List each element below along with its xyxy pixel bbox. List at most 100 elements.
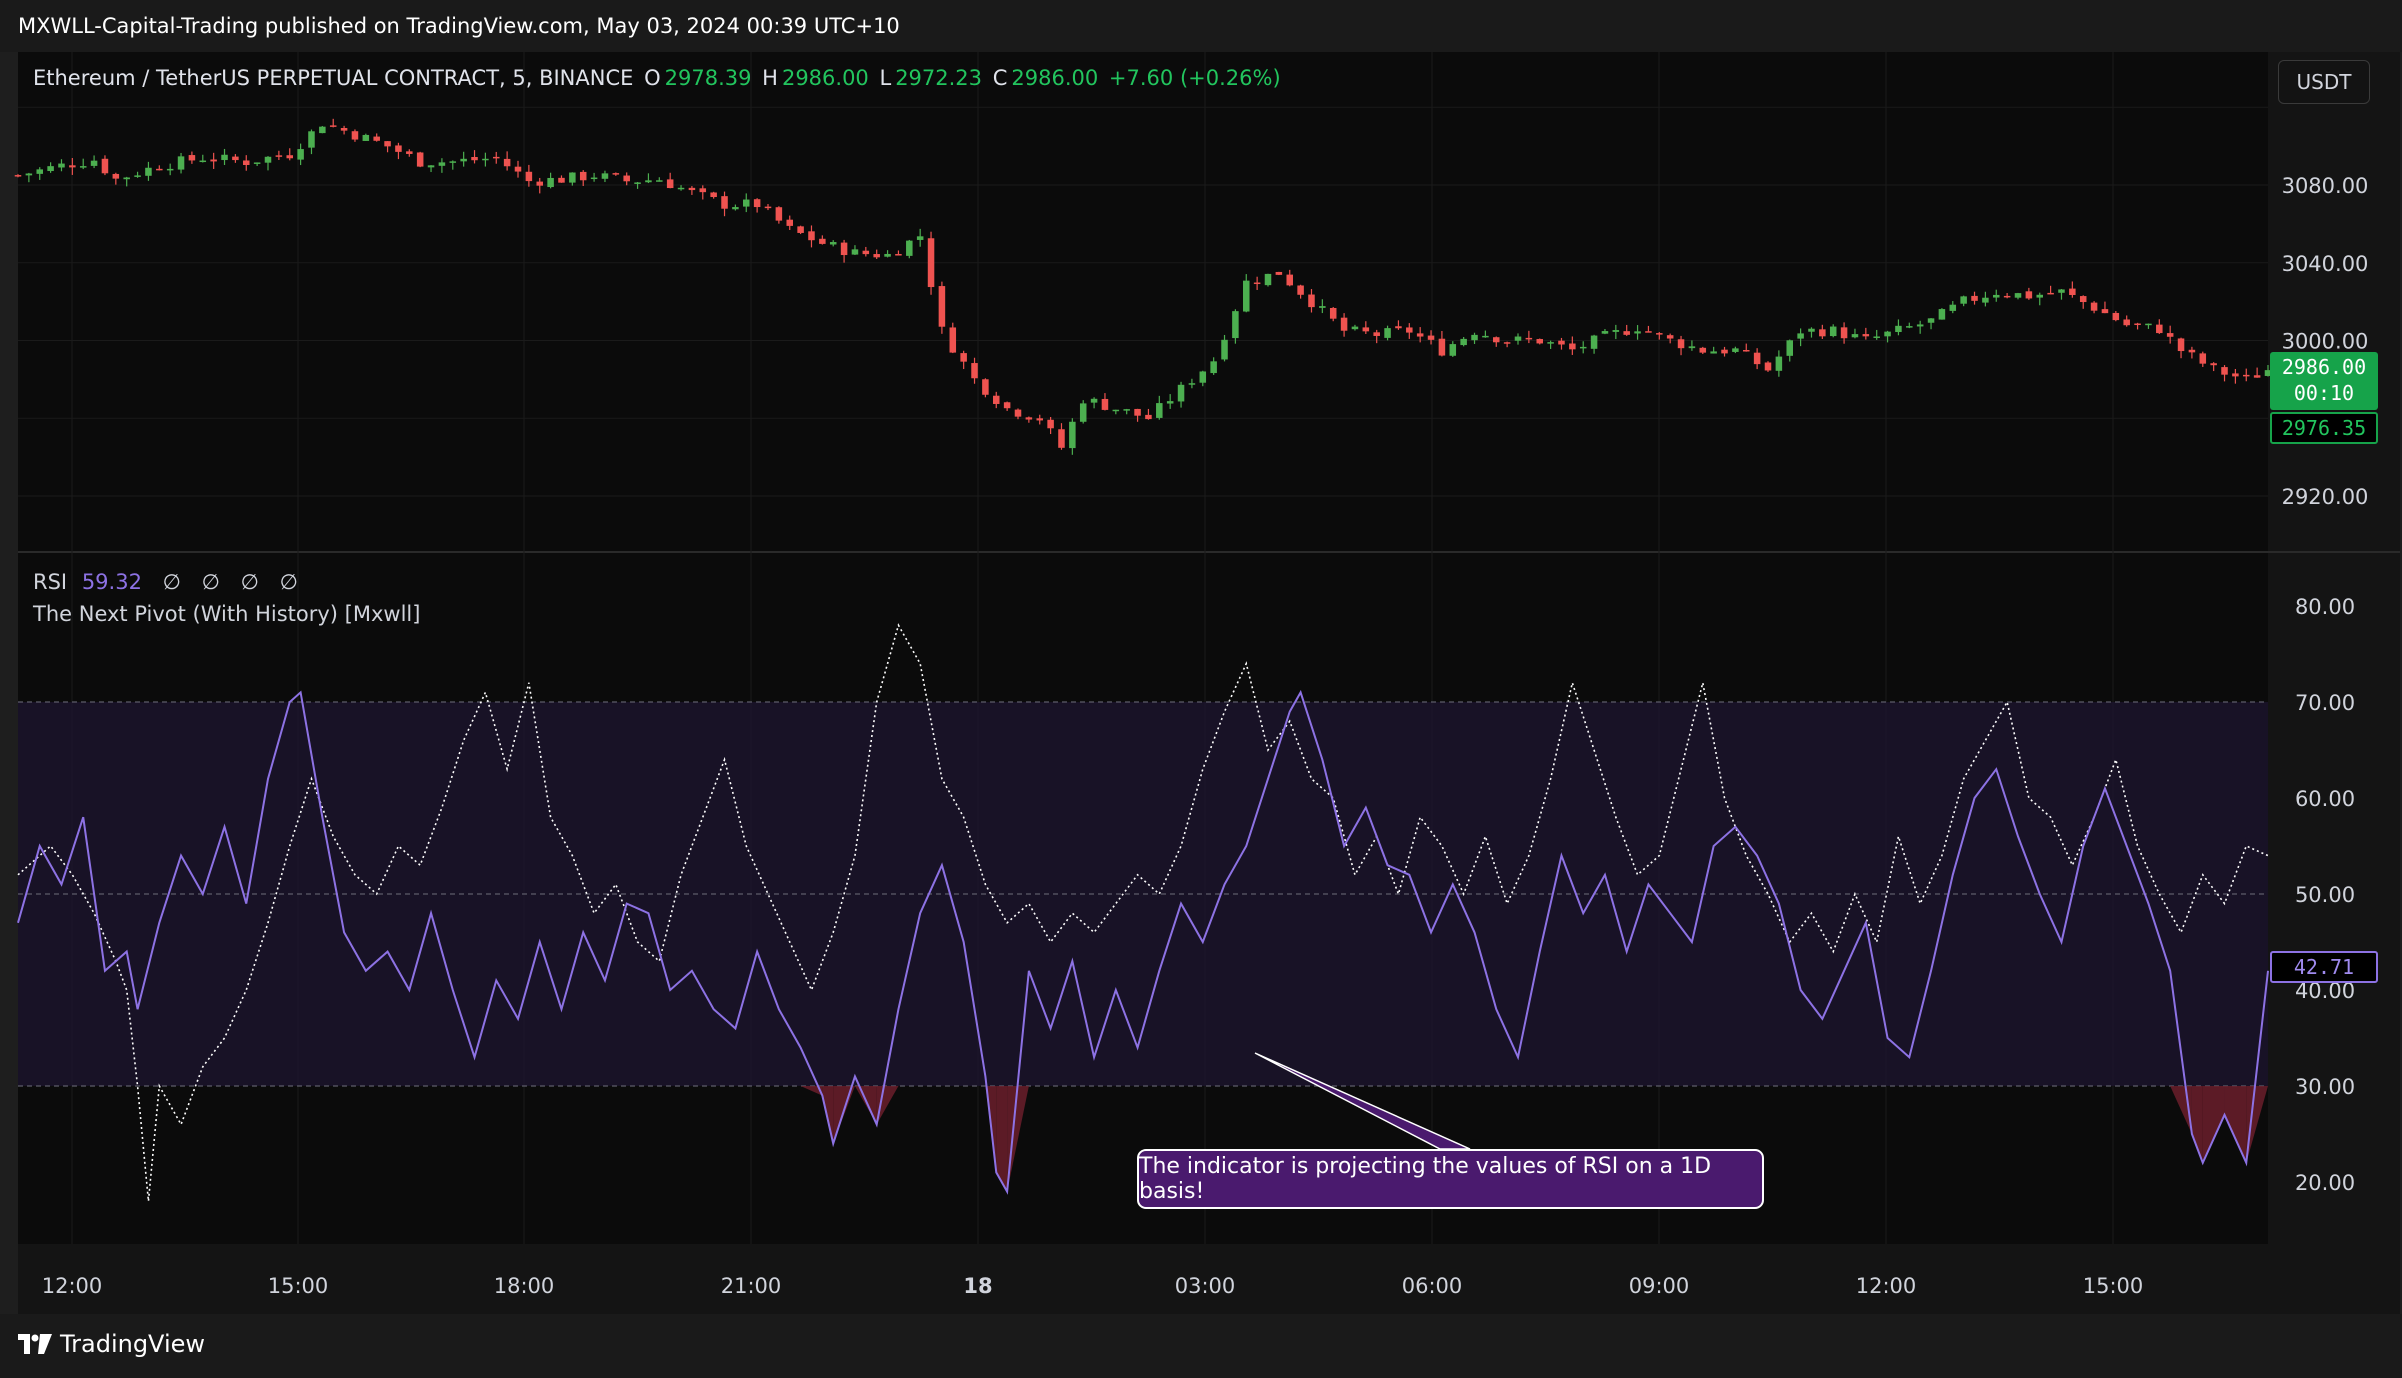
symbol-name[interactable]: Ethereum / TetherUS PERPETUAL CONTRACT, …	[33, 66, 633, 90]
candle-body	[166, 168, 174, 171]
candle-body	[1851, 334, 1859, 338]
candle-body	[1177, 384, 1185, 402]
candle-body	[1493, 337, 1500, 343]
candle-body	[406, 151, 413, 154]
candle-body	[884, 253, 891, 257]
candle-body	[460, 158, 467, 162]
candle-body	[916, 236, 924, 240]
candle-body	[2014, 293, 2022, 298]
candle-body	[732, 207, 739, 210]
candle-body	[753, 199, 761, 208]
candle-body	[1634, 331, 1641, 334]
candle-body	[2047, 292, 2054, 295]
candle-body	[362, 134, 370, 141]
candle-body	[666, 179, 674, 189]
chart-canvas[interactable]: 12:00 15:00 18:00 21:00 18 03:00 06:00 09:00 12:…	[0, 52, 2402, 1314]
price-tick-label: 3040.00	[2282, 252, 2369, 276]
candle-body	[2232, 373, 2239, 377]
candle-body	[319, 126, 326, 134]
candle-body	[471, 156, 478, 161]
candle-body	[1112, 409, 1120, 412]
candle-body	[1297, 285, 1304, 295]
publisher-text: MXWLL-Capital-Trading published on Tradi…	[18, 14, 900, 38]
currency-button[interactable]: USDT	[2278, 60, 2370, 104]
candle-body	[1949, 304, 1957, 311]
candle-body	[1590, 335, 1598, 349]
candle-body	[177, 156, 185, 170]
price-change: +7.60 (+0.26%)	[1108, 66, 1281, 90]
candle-body	[69, 165, 76, 168]
rsi-tick-label: 20.00	[2295, 1171, 2355, 1195]
candle-body	[1482, 335, 1489, 338]
low-label: L	[879, 66, 892, 90]
candle-body	[47, 166, 54, 172]
candle-body	[340, 127, 348, 131]
candle-body	[1406, 327, 1413, 333]
candle-body	[2188, 349, 2196, 353]
candle-body	[1460, 338, 1467, 346]
candle-body	[1840, 327, 1848, 339]
candle-body	[449, 161, 457, 163]
candle-body	[2123, 319, 2130, 326]
candle-body	[1721, 349, 1728, 354]
candle-body	[2003, 295, 2011, 298]
candle-body	[1884, 331, 1891, 337]
candle-body	[1829, 326, 1837, 337]
candle-body	[1166, 401, 1174, 404]
candle-body	[993, 395, 1000, 404]
candle-body	[1123, 409, 1130, 411]
candle-body	[1395, 326, 1402, 329]
candle-body	[569, 172, 576, 183]
candle-body	[1699, 347, 1707, 353]
candle-body	[514, 166, 522, 172]
rsi-label[interactable]: RSI	[33, 570, 67, 594]
candle-body	[1764, 362, 1772, 371]
candle-body	[275, 155, 283, 157]
annotation-callout[interactable]: The indicator is projecting the values o…	[1137, 1149, 1764, 1209]
candle-body	[232, 156, 239, 161]
time-tick-label: 18:00	[494, 1274, 555, 1298]
close-value: 2986.00	[1011, 66, 1099, 90]
candle-body	[2243, 374, 2250, 377]
candle-body	[243, 160, 250, 165]
candle-body	[2079, 296, 2087, 303]
candle-body	[1416, 333, 1424, 337]
open-label: O	[644, 66, 661, 90]
candle-body	[862, 250, 870, 255]
candle-body	[1210, 361, 1217, 374]
null-value-4: ∅	[279, 570, 298, 594]
candle-body	[851, 249, 859, 255]
candle-body	[971, 363, 978, 379]
candle-body	[1819, 329, 1826, 337]
candle-body	[1319, 306, 1326, 308]
candle-body	[775, 207, 783, 221]
candle-body	[2112, 312, 2120, 321]
candle-body	[1927, 318, 1935, 323]
candle-body	[1514, 336, 1522, 341]
chart-area[interactable]: 12:00 15:00 18:00 21:00 18 03:00 06:00 09:00 12:…	[0, 52, 2402, 1314]
candle-body	[1221, 339, 1228, 360]
rsi-legend: RSI 59.32 ∅ ∅ ∅ ∅	[33, 570, 298, 594]
time-tick-label: 06:00	[1402, 1274, 1463, 1298]
open-value: 2978.39	[664, 66, 752, 90]
time-tick-label: 15:00	[268, 1274, 329, 1298]
indicator-title[interactable]: The Next Pivot (With History) [Mxwll]	[33, 602, 420, 626]
candle-body	[199, 160, 207, 163]
rsi-tick-label: 80.00	[2295, 595, 2355, 619]
time-tick-label: 21:00	[721, 1274, 782, 1298]
candle-body	[329, 125, 337, 127]
candle-body	[1993, 294, 2000, 298]
tradingview-logo[interactable]: TradingView	[18, 1330, 205, 1358]
candle-body	[1308, 294, 1315, 308]
candle-body	[1134, 408, 1141, 416]
candle-body	[101, 158, 109, 174]
last-price: 2986.00	[2281, 355, 2367, 379]
candle-body	[710, 192, 717, 198]
candle-body	[14, 175, 22, 177]
candle-body	[895, 254, 902, 256]
candle-body	[416, 152, 424, 167]
candle-body	[1656, 333, 1663, 335]
candle-body	[873, 254, 880, 258]
candle-body	[1036, 418, 1043, 421]
candle-body	[634, 182, 641, 184]
